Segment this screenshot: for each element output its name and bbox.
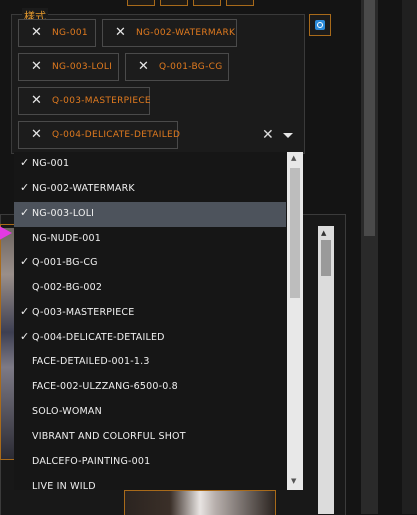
pointer-arrow-icon xyxy=(0,223,12,243)
dropdown-option[interactable]: DALCEFO-PAINTING-001 xyxy=(14,450,286,475)
refresh-icon xyxy=(315,20,325,30)
option-label: SOLO-WOMAN xyxy=(32,406,102,417)
chip-label: NG-001 xyxy=(52,28,88,38)
refresh-styles-button[interactable] xyxy=(309,14,331,36)
check-icon: ✓ xyxy=(20,255,30,268)
option-label: Q-003-MASTERPIECE xyxy=(32,307,135,318)
remove-chip-icon[interactable]: ✕ xyxy=(31,93,42,108)
option-label: NG-NUDE-001 xyxy=(32,233,102,244)
dropdown-option[interactable]: ✓ NG-002-WATERMARK xyxy=(14,177,286,202)
option-label: NG-001 xyxy=(32,158,70,169)
selected-style-chip[interactable]: ✕ NG-002-WATERMARK xyxy=(102,19,237,47)
toolbar-button[interactable] xyxy=(226,0,254,6)
chip-label: NG-002-WATERMARK xyxy=(136,28,236,38)
dropdown-option[interactable]: FACE-002-ULZZANG-6500-0.8 xyxy=(14,375,286,400)
option-label: NG-003-LOLI xyxy=(32,208,95,219)
style-dropdown-list: ✓ NG-001 ✓ NG-002-WATERMARK ✓ NG-003-LOL… xyxy=(14,152,303,490)
dropdown-caret-icon[interactable] xyxy=(283,133,293,138)
toolbar-button[interactable] xyxy=(127,0,155,6)
option-label: FACE-DETAILED-001-1.3 xyxy=(32,356,150,367)
chip-label: NG-003-LOLI xyxy=(52,62,113,72)
scroll-up-arrow-icon[interactable]: ▲ xyxy=(321,229,326,237)
selected-style-chip[interactable]: ✕ NG-001 xyxy=(18,19,96,47)
option-label: Q-002-BG-002 xyxy=(32,282,103,293)
option-label: LIVE IN WILD xyxy=(32,481,96,490)
chip-label: Q-004-DELICATE-DETAILED xyxy=(52,130,181,140)
clear-all-icon[interactable]: ✕ xyxy=(262,127,274,143)
dropdown-option[interactable]: SOLO-WOMAN xyxy=(14,400,286,425)
check-icon: ✓ xyxy=(20,305,30,318)
remove-chip-icon[interactable]: ✕ xyxy=(31,127,42,142)
selected-style-chip[interactable]: ✕ Q-004-DELICATE-DETAILED xyxy=(18,121,181,149)
option-label: Q-001-BG-CG xyxy=(32,257,98,268)
check-icon: ✓ xyxy=(20,156,30,169)
scroll-down-arrow-icon[interactable]: ▼ xyxy=(291,477,296,485)
selected-style-chip[interactable]: ✕ Q-003-MASTERPIECE xyxy=(18,87,151,115)
option-label: NG-002-WATERMARK xyxy=(32,183,135,194)
dropdown-option[interactable]: ✓ Q-001-BG-CG xyxy=(14,251,286,276)
check-icon: ✓ xyxy=(20,330,30,343)
option-label: VIBRANT AND COLORFUL SHOT xyxy=(32,431,186,442)
dropdown-scrollbar-thumb[interactable] xyxy=(290,168,300,298)
selected-style-chip[interactable]: ✕ NG-003-LOLI xyxy=(18,53,119,81)
gallery-scrollbar-thumb[interactable] xyxy=(321,240,331,276)
dropdown-option[interactable]: ✓ NG-001 xyxy=(14,152,286,177)
dropdown-option[interactable]: FACE-DETAILED-001-1.3 xyxy=(14,350,286,375)
toolbar-button[interactable] xyxy=(160,0,188,6)
dropdown-option[interactable]: LIVE IN WILD xyxy=(14,475,286,490)
dropdown-option[interactable]: Q-002-BG-002 xyxy=(14,276,286,301)
check-icon: ✓ xyxy=(20,181,30,194)
dropdown-option[interactable]: ✓ Q-003-MASTERPIECE xyxy=(14,301,286,326)
option-label: Q-004-DELICATE-DETAILED xyxy=(32,332,165,343)
dropdown-option-highlighted[interactable]: ✓ NG-003-LOLI xyxy=(14,202,286,227)
remove-chip-icon[interactable]: ✕ xyxy=(115,25,126,40)
dropdown-option[interactable]: ✓ Q-004-DELICATE-DETAILED xyxy=(14,326,286,351)
side-panel xyxy=(402,0,417,514)
remove-chip-icon[interactable]: ✕ xyxy=(138,59,149,74)
dropdown-option[interactable]: NG-NUDE-001 xyxy=(14,227,286,252)
dropdown-option[interactable]: VIBRANT AND COLORFUL SHOT xyxy=(14,425,286,450)
option-label: DALCEFO-PAINTING-001 xyxy=(32,456,151,467)
check-icon: ✓ xyxy=(20,206,30,219)
chip-label: Q-001-BG-CG xyxy=(159,62,223,72)
chip-label: Q-003-MASTERPIECE xyxy=(52,96,151,106)
gallery-image[interactable] xyxy=(124,490,276,515)
dropdown-scrollbar-track[interactable]: ▲ ▼ xyxy=(287,152,303,490)
option-label: FACE-002-ULZZANG-6500-0.8 xyxy=(32,381,178,392)
remove-chip-icon[interactable]: ✕ xyxy=(31,25,42,40)
selected-style-chip[interactable]: ✕ Q-001-BG-CG xyxy=(125,53,229,81)
scroll-up-arrow-icon[interactable]: ▲ xyxy=(291,154,296,162)
remove-chip-icon[interactable]: ✕ xyxy=(31,59,42,74)
page-scrollbar-thumb[interactable] xyxy=(364,0,375,236)
toolbar-button[interactable] xyxy=(193,0,221,6)
